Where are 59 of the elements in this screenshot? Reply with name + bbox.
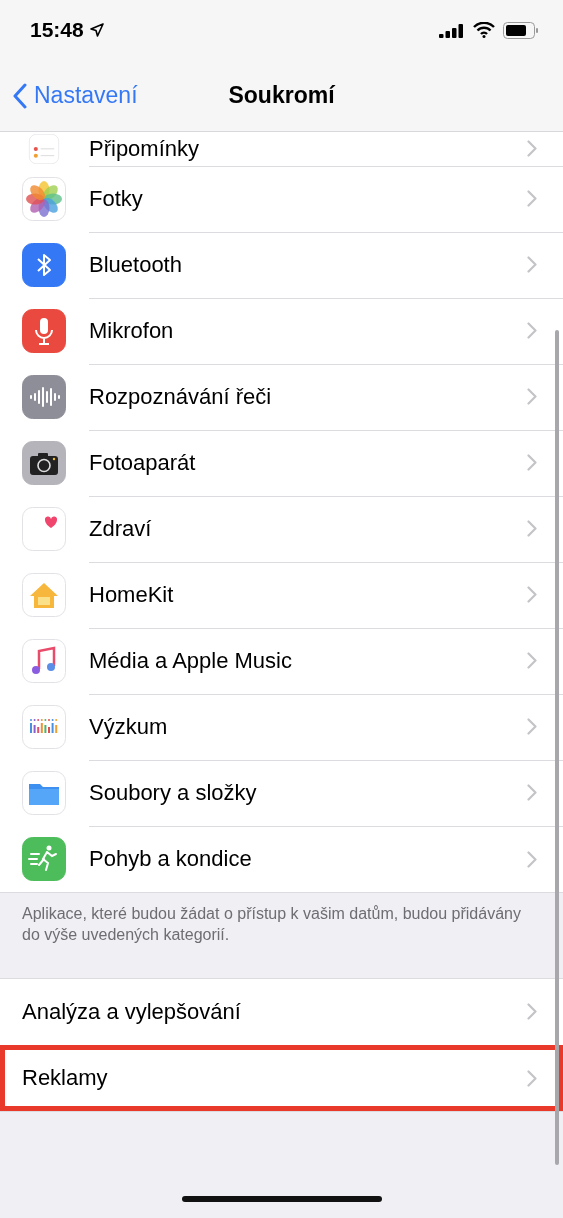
settings-row[interactable]: Připomínky bbox=[0, 132, 563, 166]
chevron-icon bbox=[527, 322, 537, 339]
battery-icon bbox=[503, 21, 539, 39]
chevron-icon bbox=[527, 256, 537, 273]
back-button[interactable]: Nastavení bbox=[12, 82, 138, 109]
row-label: Bluetooth bbox=[89, 251, 182, 278]
row-label: Zdraví bbox=[89, 515, 152, 542]
photos-icon bbox=[22, 177, 66, 221]
row-label: Pohyb a kondice bbox=[89, 846, 252, 872]
row-label: Soubory a složky bbox=[89, 779, 257, 806]
highlighted-settings-row[interactable]: Reklamy bbox=[0, 1045, 563, 1111]
settings-row[interactable]: HomeKit bbox=[0, 562, 563, 628]
chevron-icon bbox=[527, 388, 537, 405]
chevron-icon bbox=[527, 190, 537, 207]
row-label: Média a Apple Music bbox=[89, 647, 292, 674]
chevron-icon bbox=[527, 454, 537, 471]
location-arrow-icon bbox=[89, 23, 104, 37]
settings-row[interactable]: Média a Apple Music bbox=[0, 628, 563, 694]
camera-icon bbox=[22, 441, 66, 485]
row-label: Analýza a vylepšování bbox=[22, 998, 241, 1025]
house-icon bbox=[22, 573, 66, 617]
chevron-icon bbox=[527, 140, 537, 157]
row-label: Reklamy bbox=[22, 1065, 108, 1091]
settings-row[interactable]: Bluetooth bbox=[0, 232, 563, 298]
back-chevron-icon bbox=[12, 82, 28, 109]
music-note-icon bbox=[22, 639, 66, 683]
settings-row[interactable]: Soubory a složky bbox=[0, 760, 563, 826]
settings-row[interactable]: Zdraví bbox=[0, 496, 563, 562]
folder-icon bbox=[22, 771, 66, 815]
research-dots-icon bbox=[22, 705, 66, 749]
settings-row[interactable]: Mikrofon bbox=[0, 298, 563, 364]
chevron-icon bbox=[527, 1003, 537, 1020]
settings-row[interactable]: Fotoaparát bbox=[0, 430, 563, 496]
chevron-icon bbox=[527, 784, 537, 801]
chevron-icon bbox=[527, 850, 537, 868]
row-label: Výzkum bbox=[89, 713, 168, 740]
wifi-icon bbox=[473, 22, 495, 38]
row-label: Mikrofon bbox=[89, 317, 174, 344]
chevron-icon bbox=[527, 718, 537, 735]
chevron-icon bbox=[527, 1069, 537, 1087]
row-label: Fotky bbox=[89, 185, 143, 212]
row-label: Připomínky bbox=[89, 135, 200, 162]
chevron-icon bbox=[527, 520, 537, 537]
row-label: Fotoaparát bbox=[89, 449, 196, 476]
page-title: Soukromí bbox=[228, 82, 335, 109]
bluetooth-icon bbox=[22, 243, 66, 287]
settings-row[interactable]: Výzkum bbox=[0, 694, 563, 760]
waveform-icon bbox=[22, 375, 66, 419]
settings-row[interactable]: Rozpoznávání řeči bbox=[0, 364, 563, 430]
row-label: Rozpoznávání řeči bbox=[89, 383, 272, 410]
status-time: 15:48 bbox=[30, 18, 84, 42]
settings-row[interactable]: Fotky bbox=[0, 166, 563, 232]
microphone-icon bbox=[22, 309, 66, 353]
signal-icon bbox=[439, 22, 465, 38]
settings-row[interactable]: Pohyb a kondice bbox=[0, 826, 563, 892]
row-label: HomeKit bbox=[89, 581, 174, 608]
chevron-icon bbox=[527, 586, 537, 603]
chevron-icon bbox=[527, 652, 537, 669]
running-figure-icon bbox=[22, 837, 66, 881]
